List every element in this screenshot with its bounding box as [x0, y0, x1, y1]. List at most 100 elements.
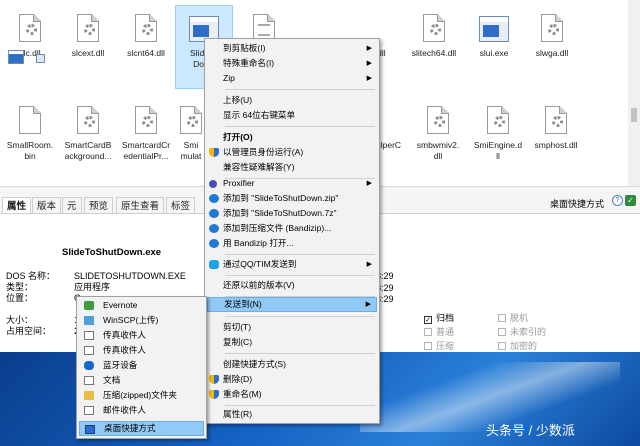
file-slwga[interactable]: slwga.dll — [524, 14, 580, 59]
checkbox[interactable] — [498, 314, 506, 322]
menu-cut[interactable]: 剪切(T) — [207, 320, 377, 335]
prop-key: DOS 名称： — [6, 271, 56, 281]
file-label: slcnt64.dll — [127, 48, 165, 58]
file-smiengine[interactable]: SmiEngine.d ll — [470, 106, 526, 162]
menu-send-via-qq[interactable]: 通过QQ/TIM发送到 ▶ — [207, 257, 377, 272]
file-label: SmallRoom. — [6, 140, 54, 150]
file-smartcardcredential[interactable]: SmartcardCr edentialPr... — [118, 106, 174, 162]
chevron-right-icon: ▶ — [365, 301, 371, 308]
checkbox[interactable] — [498, 328, 506, 336]
attr-label: 归档 — [436, 313, 455, 323]
prop-value: SLIDETOSHUTDOWN.EXE — [74, 271, 186, 281]
file-smbwmiv2[interactable]: smbwmiv2. dll — [410, 106, 466, 162]
sendto-evernote[interactable]: Evernote — [79, 298, 204, 313]
checkbox[interactable] — [424, 328, 432, 336]
sendto-bluetooth[interactable]: 蓝牙设备 — [79, 358, 204, 373]
menu-copy-to-clipboard[interactable]: 到剪贴板(I) ▶ — [207, 41, 377, 56]
attr-label: 脱机 — [510, 313, 529, 323]
menu-show-64bit[interactable]: 显示 64位右键菜单 — [207, 108, 377, 123]
attr-not-indexed[interactable]: 未索引的 — [498, 325, 546, 338]
menu-properties[interactable]: 属性(R) — [207, 407, 377, 422]
file-label-line2: ackground... — [64, 151, 112, 161]
menu-compat-troubleshoot[interactable]: 兼容性疑难解答(Y) — [207, 160, 377, 175]
menu-rename[interactable]: 重命名(M) — [207, 387, 377, 402]
shield-icon — [209, 375, 219, 384]
file-label: slitech64.dll — [411, 48, 457, 58]
attr-offline[interactable]: 脱机 — [498, 311, 528, 324]
menu-run-as-admin[interactable]: 以管理员身份运行(A) — [207, 145, 377, 160]
file-list-scrollbar[interactable] — [628, 0, 640, 186]
file-label: slui.exe — [479, 48, 509, 58]
menu-open-with-bandizip[interactable]: 用 Bandizip 打开... — [207, 236, 377, 251]
bandizip-icon — [209, 239, 219, 248]
chevron-right-icon: ▶ — [366, 60, 372, 67]
file-slcext[interactable]: slcext.dll — [60, 14, 116, 59]
file-label: elperC — [376, 140, 402, 150]
dll-gear-icon — [135, 14, 157, 42]
prop-value: 应用程序 — [74, 282, 111, 292]
menu-add-to-archive[interactable]: 添加到压缩文件 (Bandizip)... — [207, 221, 377, 236]
menu-zip[interactable]: Zip ▶ — [207, 71, 377, 86]
attr-encrypted[interactable]: 加密的 — [498, 339, 537, 352]
chevron-right-icon: ▶ — [366, 180, 372, 187]
sendto-fax-1[interactable]: 传真收件人 — [79, 328, 204, 343]
menu-move-up[interactable]: 上移(U) — [207, 93, 377, 108]
menu-separator — [225, 126, 375, 127]
file-label: Smi — [183, 140, 199, 150]
sendto-documents[interactable]: 文档 — [79, 373, 204, 388]
checkbox[interactable] — [498, 342, 506, 350]
file-label-line2: bin — [24, 151, 36, 161]
file-slui[interactable]: slui.exe — [466, 14, 522, 59]
sendto-zip-folder[interactable]: 压缩(zipped)文件夹 — [79, 388, 204, 403]
file-smphost[interactable]: smphost.dll — [528, 106, 584, 151]
menu-open[interactable]: 打开(O) — [207, 130, 377, 145]
menu-separator — [225, 405, 375, 406]
shield-icon — [209, 148, 219, 157]
sendto-winscp[interactable]: WinSCP(上传) — [79, 313, 204, 328]
prop-key: 大小： — [6, 315, 34, 325]
menu-restore-previous[interactable]: 还原以前的版本(V) — [207, 278, 377, 293]
shield-icon — [209, 390, 219, 399]
file-smallroom[interactable]: SmallRoom. bin — [2, 106, 58, 162]
checkbox-checked[interactable]: ✓ — [424, 316, 432, 324]
menu-send-to[interactable]: 发送到(N) ▶ — [207, 297, 377, 312]
file-slcnt64[interactable]: slcnt64.dll — [118, 14, 174, 59]
sendto-fax-2[interactable]: 传真收件人 — [79, 343, 204, 358]
prop-key: 位置： — [6, 293, 34, 303]
evernote-icon — [84, 301, 94, 310]
winscp-icon — [84, 316, 94, 325]
menu-add-to-7z[interactable]: 添加到 "SlideToShutDown.7z" — [207, 206, 377, 221]
dll-gear-icon — [19, 14, 41, 42]
dll-gear-icon — [541, 14, 563, 42]
attr-archive[interactable]: ✓ 归档 — [424, 311, 454, 324]
menu-delete[interactable]: 删除(D) — [207, 372, 377, 387]
file-smi-partial[interactable]: Smi mulat — [176, 106, 206, 162]
menu-add-to-zip[interactable]: 添加到 "SlideToShutDown.zip" — [207, 191, 377, 206]
file-label: SmartCardB — [64, 140, 112, 150]
dll-gear-icon — [77, 14, 99, 42]
scrollbar-thumb[interactable] — [631, 108, 637, 122]
exe-icon — [479, 16, 509, 42]
menu-copy[interactable]: 复制(C) — [207, 335, 377, 350]
sendto-desktop-shortcut[interactable]: 桌面快捷方式 — [79, 421, 204, 436]
menu-separator — [225, 89, 375, 90]
menu-special-rename[interactable]: 特殊重命名(I) ▶ — [207, 56, 377, 71]
menu-separator — [225, 254, 375, 255]
file-sltech64[interactable]: slitech64.dll — [406, 14, 462, 59]
dll-gear-icon — [77, 106, 99, 134]
file-slc[interactable]: slc.dll — [2, 14, 58, 59]
attr-normal[interactable]: 普通 — [424, 325, 454, 338]
file-label-line2: edentialPr... — [123, 151, 169, 161]
desktop-icon — [85, 425, 95, 434]
sendto-mail[interactable]: 邮件收件人 — [79, 403, 204, 418]
file-smartcardbackground[interactable]: SmartCardB ackground... — [60, 106, 116, 162]
attr-compressed[interactable]: 压缩 — [424, 339, 454, 352]
menu-create-shortcut[interactable]: 创建快捷方式(S) — [207, 357, 377, 372]
file-helper-partial[interactable]: elperC s — [376, 106, 406, 162]
attr-label: 未索引的 — [510, 327, 547, 337]
bluetooth-icon — [84, 361, 94, 370]
menu-proxifier[interactable]: Proxifier ▶ — [207, 176, 377, 191]
checkbox[interactable] — [424, 342, 432, 350]
send-to-submenu: Evernote WinSCP(上传) 传真收件人 传真收件人 蓝牙设备 文档 … — [76, 296, 207, 439]
dll-gear-icon — [135, 106, 157, 134]
